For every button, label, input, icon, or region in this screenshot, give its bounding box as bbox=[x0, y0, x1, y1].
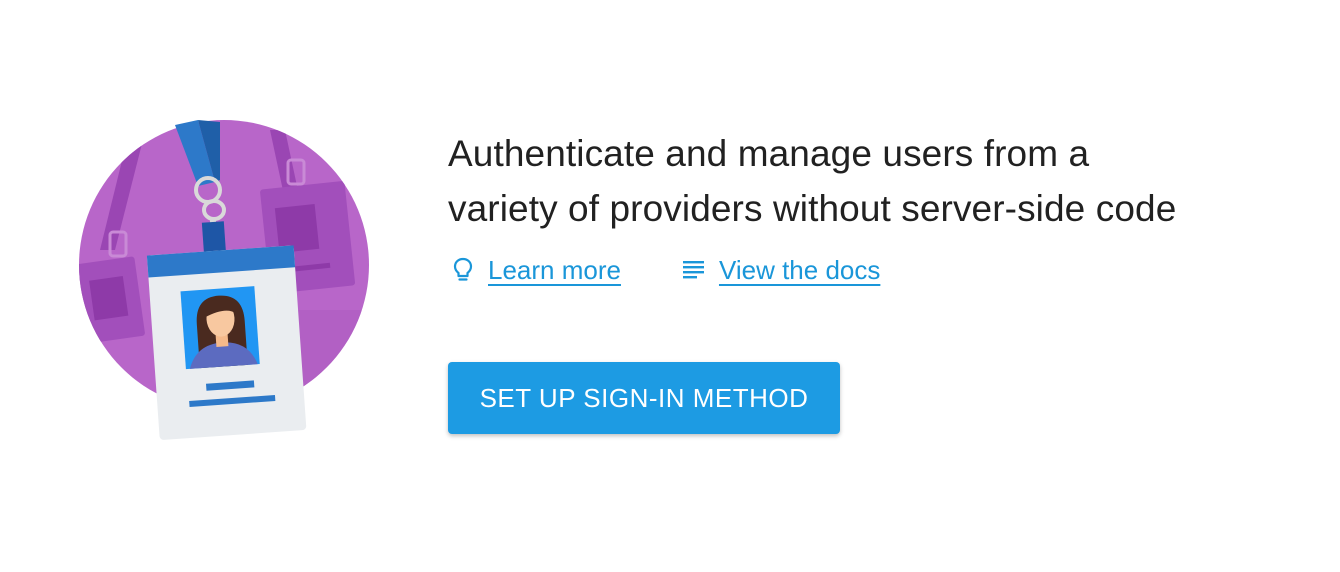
page-headline: Authenticate and manage users from a var… bbox=[448, 126, 1308, 236]
id-badge-illustration bbox=[79, 120, 369, 440]
set-up-sign-in-method-button[interactable]: SET UP SIGN-IN METHOD bbox=[448, 362, 840, 434]
view-docs-label: View the docs bbox=[718, 254, 881, 285]
headline-line-2: variety of providers without server-side… bbox=[448, 188, 1177, 229]
headline-line-1: Authenticate and manage users from a bbox=[448, 133, 1090, 174]
auth-empty-state: Authenticate and manage users from a var… bbox=[0, 0, 1340, 572]
document-lines-icon bbox=[682, 261, 704, 279]
view-docs-link[interactable]: View the docs bbox=[679, 255, 880, 286]
learn-more-label: Learn more bbox=[488, 254, 621, 285]
learn-more-link[interactable]: Learn more bbox=[448, 255, 621, 286]
help-links: Learn more View the docs bbox=[448, 250, 1308, 290]
lightbulb-icon bbox=[453, 257, 473, 281]
hero-content: Authenticate and manage users from a var… bbox=[448, 126, 1308, 434]
